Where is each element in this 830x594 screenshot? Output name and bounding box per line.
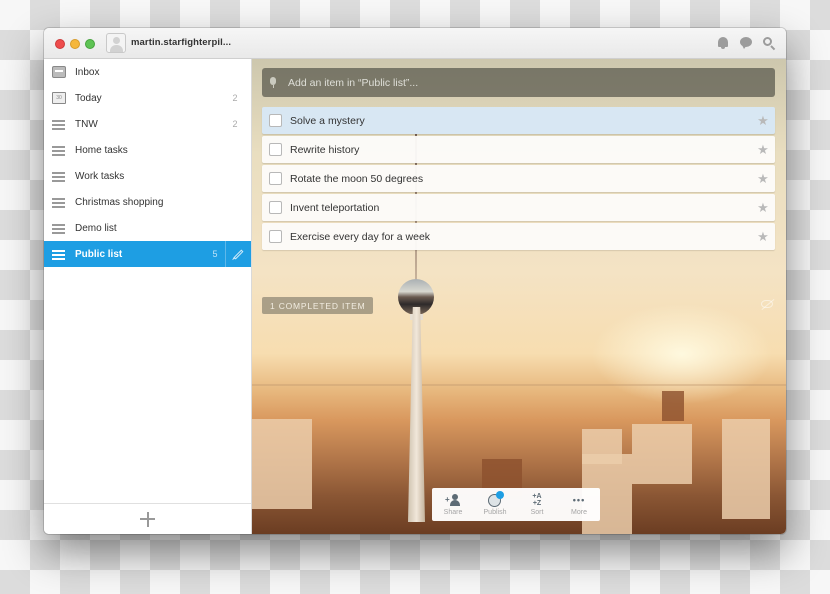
microphone-icon[interactable] [270,77,276,88]
star-icon[interactable]: ★ [751,200,775,216]
avatar-body [110,45,123,52]
chat-bubble-icon[interactable] [739,36,753,50]
list-view: Solve a mystery ★ Rewrite history ★ Rota… [252,59,786,534]
background-building [252,419,312,509]
sidebar-item-label: TNW [75,118,98,130]
task-item[interactable]: Invent teleportation ★ [262,194,775,221]
task-checkbox[interactable] [269,172,282,185]
inbox-icon [52,66,66,78]
sidebar-item-label: Demo list [75,222,117,234]
list-icon [52,144,66,156]
maximize-window-button[interactable] [85,39,95,49]
sidebar-item-tnw[interactable]: TNW 2 [44,111,251,137]
background-horizon [252,384,786,386]
add-item-input[interactable] [288,76,775,89]
globe-icon [487,491,504,507]
sidebar: Inbox 30 Today 2 TNW 2 Home tasks Work t… [44,59,252,534]
toolbar-label: Share [443,509,463,516]
sidebar-item-public-list[interactable]: Public list 5 [44,241,251,267]
task-item[interactable]: Solve a mystery ★ [262,107,775,134]
sidebar-item-label: Christmas shopping [75,196,164,208]
app-window: martin.starfighterpil... Inbox 30 Today … [44,28,786,534]
published-check-badge [496,491,504,499]
tv-tower-shaft [408,307,425,522]
bell-icon[interactable] [716,36,730,50]
sidebar-item-demo-list[interactable]: Demo list [44,215,251,241]
titlebar: martin.starfighterpil... [44,28,786,59]
toolbar-label: More [571,509,587,516]
sidebar-item-label: Home tasks [75,144,128,156]
sidebar-item-inbox[interactable]: Inbox [44,59,251,85]
task-title: Exercise every day for a week [290,230,431,243]
background-building [582,429,622,464]
task-title: Invent teleportation [290,201,380,214]
search-icon[interactable] [762,36,776,51]
titlebar-actions [716,36,776,51]
task-checkbox[interactable] [269,201,282,214]
task-item[interactable]: Rotate the moon 50 degrees ★ [262,165,775,192]
task-checkbox[interactable] [269,114,282,127]
sidebar-item-label: Work tasks [75,170,125,182]
item-count: 2 [232,93,238,103]
task-list: Solve a mystery ★ Rewrite history ★ Rota… [262,107,775,252]
toolbar-label: Publish [483,509,507,516]
share-user-icon: + [445,493,461,507]
list-toolbar: + Share Publish +A +Z Sort ••• More [432,488,600,521]
task-checkbox[interactable] [269,230,282,243]
add-item-bar[interactable] [262,68,775,97]
task-item[interactable]: Rewrite history ★ [262,136,775,163]
task-item[interactable]: Exercise every day for a week ★ [262,223,775,250]
close-window-button[interactable] [55,39,65,49]
item-count: 2 [232,119,238,129]
list-icon [52,248,66,260]
list-icon [52,170,66,182]
sort-button[interactable]: +A +Z Sort [517,493,557,516]
list-icon [52,118,66,130]
username[interactable]: martin.starfighterpil... [131,37,231,48]
add-list-button[interactable] [140,511,155,527]
sidebar-item-label: Inbox [75,66,100,78]
pencil-icon [233,249,244,259]
background-building [722,419,770,519]
edit-list-button[interactable] [225,241,251,267]
more-button[interactable]: ••• More [559,493,599,516]
background-building [662,391,684,421]
avatar-head [113,37,120,44]
star-icon[interactable]: ★ [751,229,775,245]
background-building [632,424,692,484]
task-title: Rewrite history [290,143,360,156]
toolbar-label: Sort [530,509,544,516]
user-avatar[interactable] [106,33,126,53]
star-icon[interactable]: ★ [751,113,775,129]
sidebar-item-christmas-shopping[interactable]: Christmas shopping [44,189,251,215]
more-dots-icon: ••• [572,495,586,505]
publish-button[interactable]: Publish [475,491,515,516]
sort-az-icon: +A +Z [532,493,542,507]
show-completed-button[interactable]: 1 COMPLETED ITEM [262,297,374,314]
item-count: 5 [212,249,218,259]
sidebar-item-label: Public list [75,248,123,260]
minimize-window-button[interactable] [70,39,80,49]
list-icon [52,222,66,234]
task-title: Rotate the moon 50 degrees [290,172,424,185]
star-icon[interactable]: ★ [751,171,775,187]
sidebar-item-today[interactable]: 30 Today 2 [44,85,251,111]
task-checkbox[interactable] [269,143,282,156]
share-button[interactable]: + Share [433,493,473,516]
sidebar-item-work-tasks[interactable]: Work tasks [44,163,251,189]
task-title: Solve a mystery [290,114,365,127]
hide-completed-icon[interactable] [761,300,773,308]
sidebar-footer [44,503,251,534]
sidebar-item-label: Today [75,92,102,104]
list-icon [52,196,66,208]
sidebar-item-home-tasks[interactable]: Home tasks [44,137,251,163]
calendar-icon: 30 [52,92,66,104]
star-icon[interactable]: ★ [751,142,775,158]
